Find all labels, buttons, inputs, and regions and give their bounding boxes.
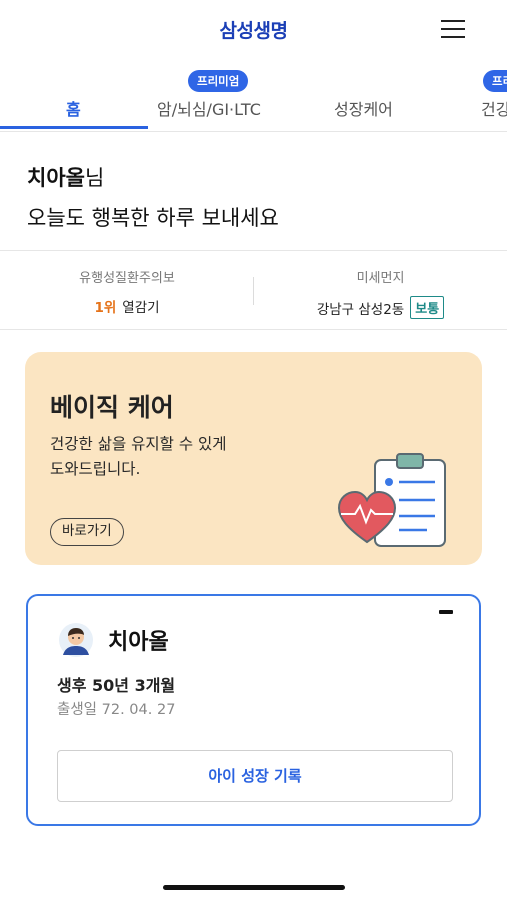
greeting-message: 오늘도 행복한 하루 보내세요 (27, 206, 279, 230)
tab-bar: 홈 프리미엄 암/뇌심/GI·LTC 성장케어 프리 건강 (0, 60, 507, 132)
greeting-name-line: 치아올님 (27, 162, 279, 192)
premium-badge: 프리미엄 (188, 70, 249, 92)
collapse-icon[interactable] (439, 610, 453, 614)
greeting-section: 치아올님 오늘도 행복한 하루 보내세요 (27, 162, 279, 232)
clipboard-heart-icon (337, 453, 446, 547)
app-header: 삼성생명 (0, 0, 507, 60)
disease-alert-label: 유행성질환주의보 (79, 271, 175, 286)
home-indicator (163, 885, 345, 890)
care-description: 건강한 삶을 유지할 수 있게 도와드립니다. (50, 435, 227, 478)
child-birthdate: 출생일 72. 04. 27 (57, 702, 176, 718)
disease-name: 열감기 (122, 300, 160, 316)
go-button[interactable]: 바로가기 (50, 518, 124, 546)
child-age: 생후 50년 3개월 (57, 676, 176, 695)
user-name: 치아올 (27, 166, 85, 190)
child-growth-card: 치아올 생후 50년 3개월 출생일 72. 04. 27 아이 성장 기록 (26, 594, 481, 826)
growth-record-button[interactable]: 아이 성장 기록 (57, 750, 453, 802)
tab-cancer-brain-heart[interactable]: 암/뇌심/GI·LTC (157, 96, 261, 120)
active-tab-indicator (0, 126, 148, 129)
fine-dust-info[interactable]: 미세먼지 강남구 삼성2동 보통 (254, 267, 507, 319)
tab-health-partial[interactable]: 건강 (481, 96, 507, 120)
care-title: 베이직 케어 (50, 393, 174, 422)
child-avatar-icon (59, 623, 93, 657)
tab-growth-care[interactable]: 성장케어 (334, 96, 393, 120)
disease-rank: 1위 (94, 300, 117, 316)
dust-status-badge: 보통 (410, 296, 445, 319)
info-bar: 유행성질환주의보 1위 열감기 미세먼지 강남구 삼성2동 보통 (0, 250, 507, 330)
dust-location: 강남구 삼성2동 (316, 301, 405, 318)
fine-dust-label: 미세먼지 (356, 271, 405, 286)
app-title: 삼성생명 (219, 20, 288, 42)
child-name: 치아올 (108, 630, 169, 655)
tab-home[interactable]: 홈 (66, 96, 81, 120)
hamburger-menu-icon[interactable] (441, 20, 467, 40)
honorific: 님 (84, 166, 105, 190)
disease-alert[interactable]: 유행성질환주의보 1위 열감기 (0, 267, 254, 316)
basic-care-card[interactable]: 베이직 케어 건강한 삶을 유지할 수 있게 도와드립니다. 바로가기 (25, 352, 482, 565)
premium-badge-partial: 프리 (483, 70, 507, 92)
